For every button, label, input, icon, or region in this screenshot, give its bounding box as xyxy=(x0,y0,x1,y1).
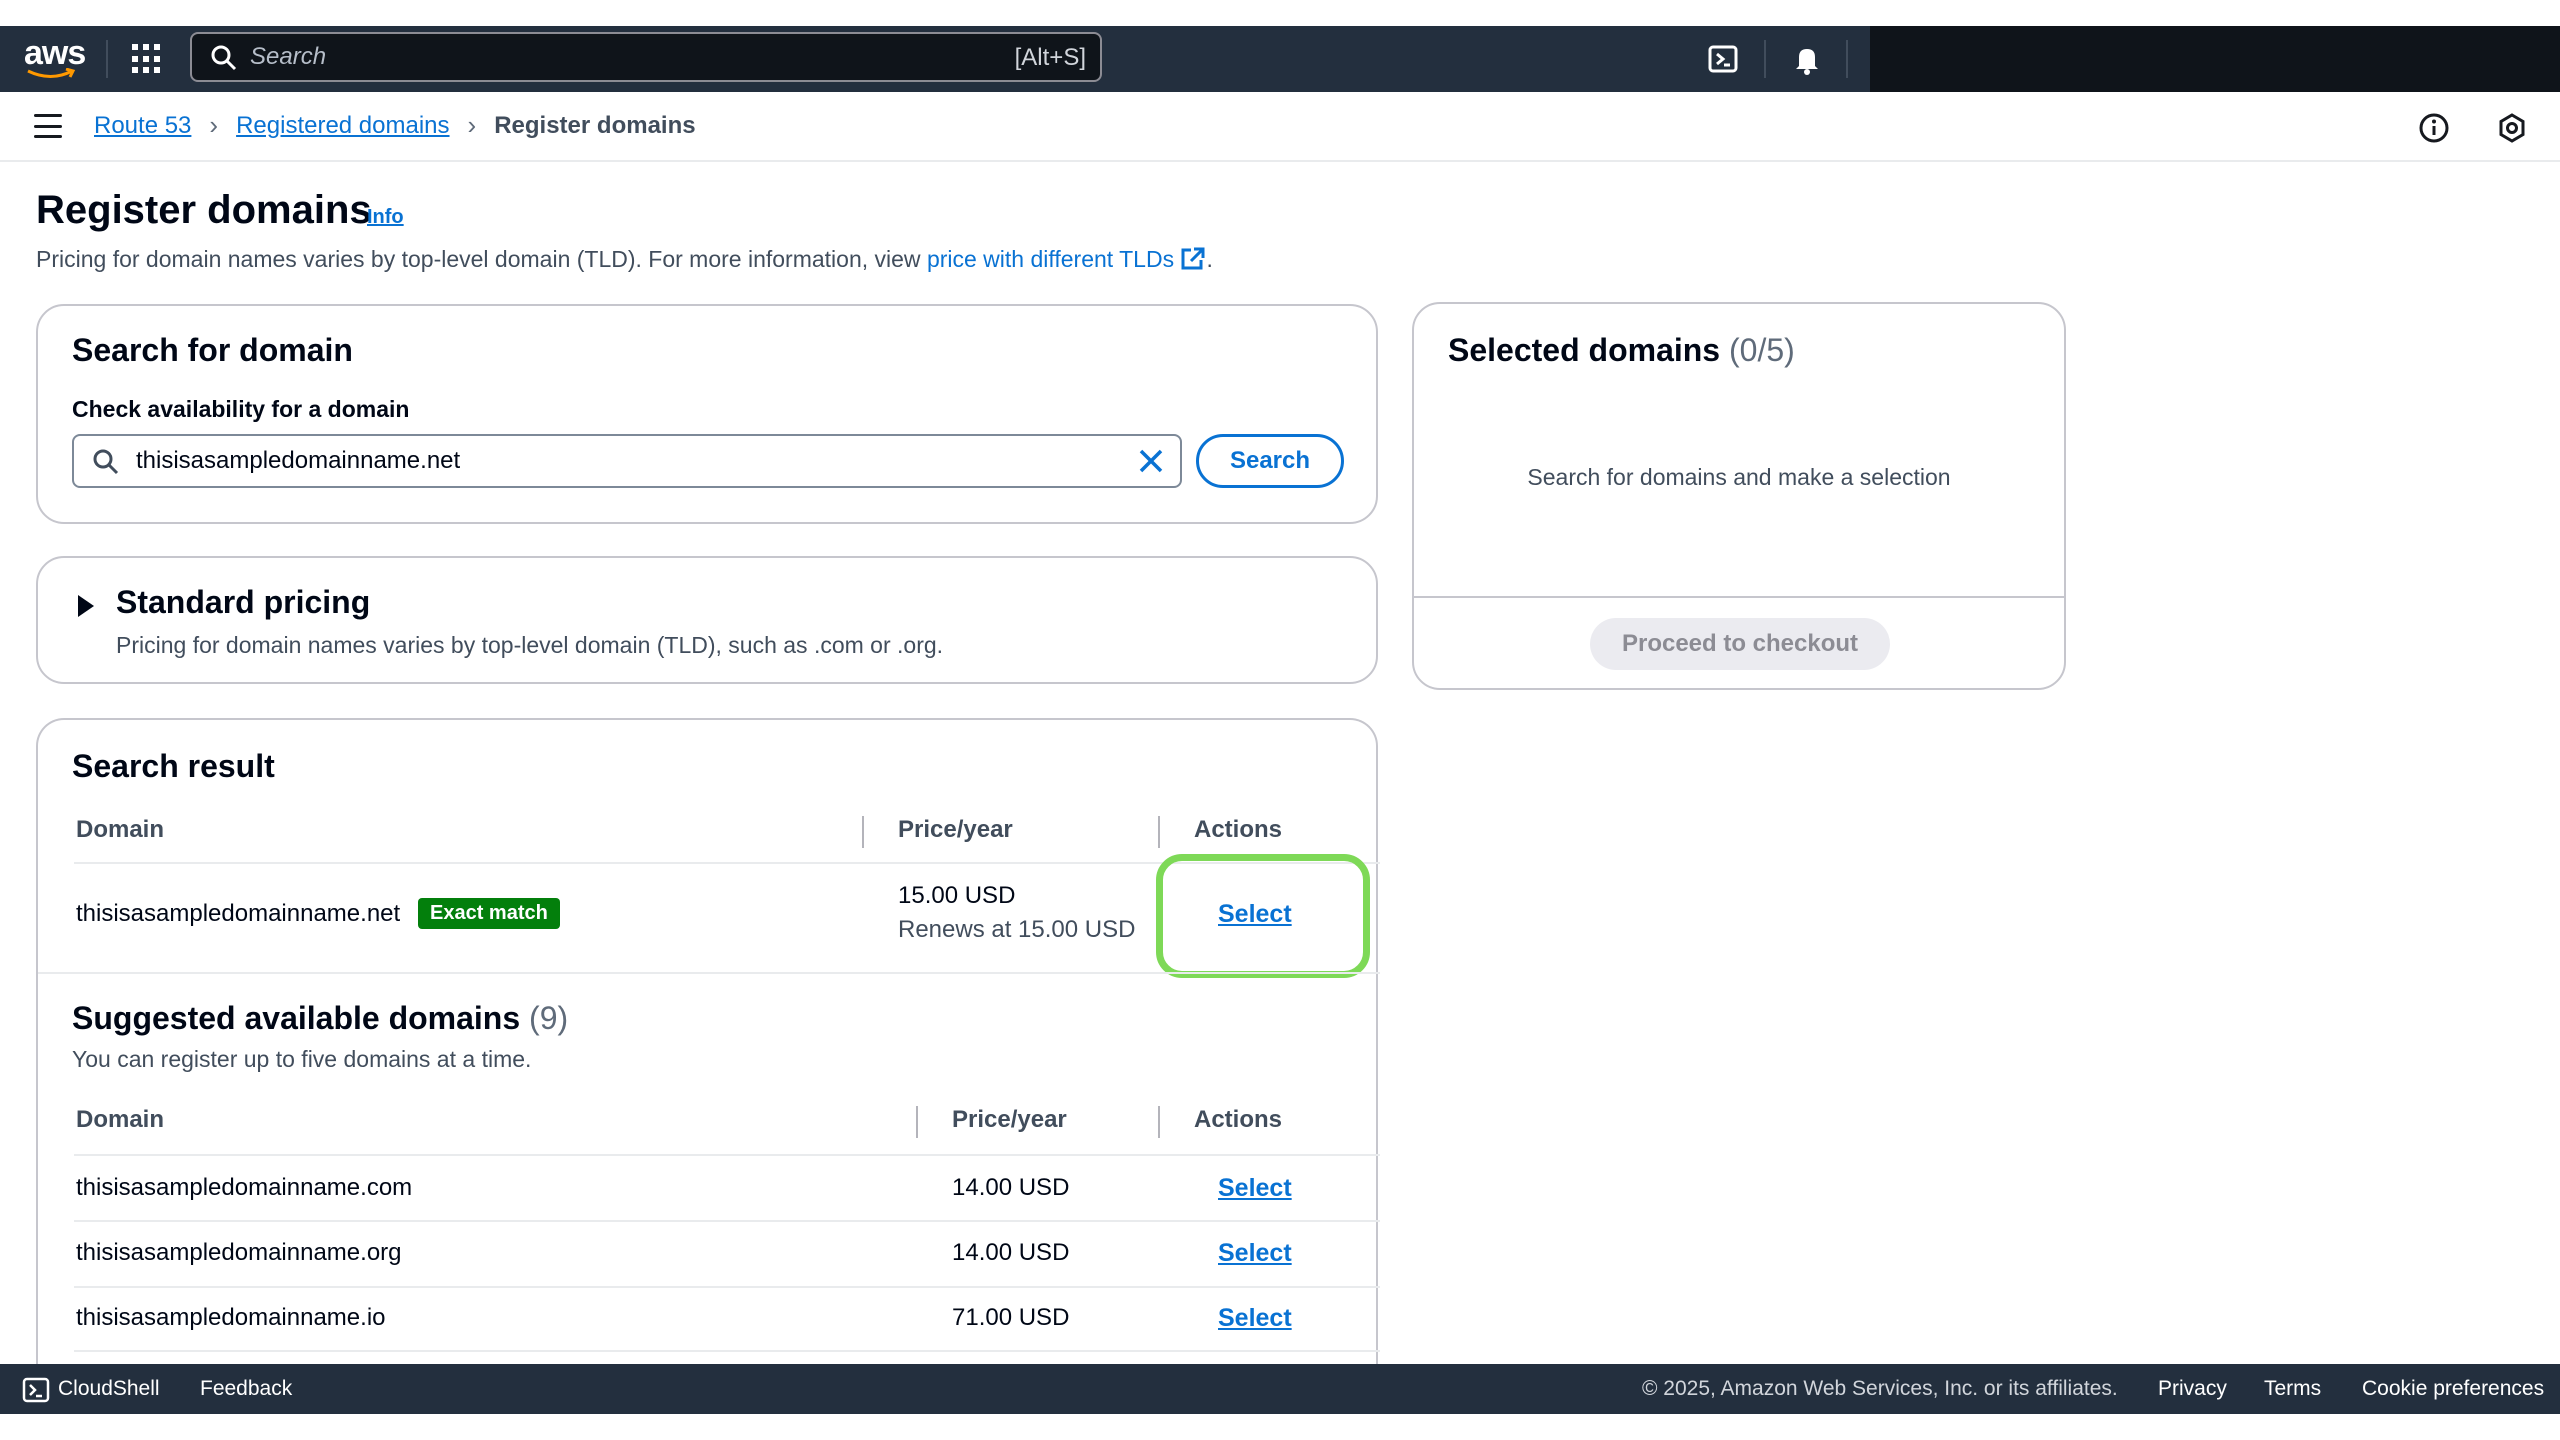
clear-icon[interactable] xyxy=(1136,446,1166,476)
breadcrumb-route53[interactable]: Route 53 xyxy=(94,112,191,140)
footer-privacy[interactable]: Privacy xyxy=(2158,1377,2227,1401)
search-shortcut: [Alt+S] xyxy=(1014,44,1086,71)
column-separator xyxy=(862,816,864,848)
column-domain: Domain xyxy=(76,816,165,843)
column-separator xyxy=(1158,1106,1160,1138)
proceed-to-checkout-button[interactable]: Proceed to checkout xyxy=(1590,618,1890,670)
menu-icon[interactable] xyxy=(34,114,62,138)
suggested-domain: thisisasampledomainname.com xyxy=(76,1174,413,1201)
page-description: Pricing for domain names varies by top-l… xyxy=(36,246,1213,272)
result-renew: Renews at 15.00 USD xyxy=(898,916,1136,943)
column-actions: Actions xyxy=(1194,1106,1283,1133)
row-divider xyxy=(74,1350,1380,1352)
section-divider xyxy=(38,972,1380,974)
search-field-label: Check availability for a domain xyxy=(72,396,410,422)
breadcrumb: Route 53 › Registered domains › Register… xyxy=(94,110,696,141)
price-tlds-link[interactable]: price with different TLDs xyxy=(927,246,1207,272)
external-link-icon xyxy=(1181,247,1205,270)
info-circle-icon[interactable] xyxy=(2418,112,2450,144)
top-navigation: aws [Alt+S] xyxy=(0,26,2560,92)
search-icon xyxy=(93,449,119,475)
suggested-price: 71.00 USD xyxy=(952,1304,1070,1331)
selected-count: (0/5) xyxy=(1728,332,1795,368)
select-link[interactable]: Select xyxy=(1218,1174,1292,1203)
row-divider xyxy=(74,1220,1380,1222)
suggested-title: Suggested available domains (9) xyxy=(72,1000,569,1036)
column-domain: Domain xyxy=(76,1106,165,1133)
footer-feedback[interactable]: Feedback xyxy=(200,1377,292,1401)
chevron-right-icon: › xyxy=(209,110,219,140)
suggested-domain: thisisasampledomainname.org xyxy=(76,1239,402,1266)
aws-smile-icon xyxy=(27,68,76,78)
breadcrumb-current: Register domains xyxy=(494,111,696,139)
search-domain-card: Search for domain Check availability for… xyxy=(36,304,1378,524)
suggested-domain: thisisasampledomainname.io xyxy=(76,1304,386,1331)
services-grid-icon[interactable] xyxy=(132,44,162,74)
selected-empty-state: Search for domains and make a selection xyxy=(1527,464,1951,490)
search-icon xyxy=(211,45,237,71)
search-button[interactable]: Search xyxy=(1196,434,1344,488)
suggested-price: 14.00 USD xyxy=(952,1239,1070,1266)
bottom-margin xyxy=(0,1414,2560,1440)
settings-icon[interactable] xyxy=(2496,112,2528,144)
standard-pricing-card: Standard pricing Pricing for domain name… xyxy=(36,556,1378,684)
domain-search-field[interactable] xyxy=(72,434,1182,488)
pricing-card-description: Pricing for domain names varies by top-l… xyxy=(116,632,944,658)
footer-cookie-preferences[interactable]: Cookie preferences xyxy=(2362,1377,2544,1401)
nav-right-area xyxy=(1870,26,2560,92)
select-link[interactable]: Select xyxy=(1218,1239,1292,1268)
caret-right-icon[interactable] xyxy=(78,595,94,617)
search-result-card: Search result Domain Price/year Actions … xyxy=(36,718,1380,1398)
aws-logo-text: aws xyxy=(24,34,86,72)
cloudshell-icon[interactable] xyxy=(22,1376,50,1404)
cloudshell-icon[interactable] xyxy=(1706,42,1740,76)
domain-search-input[interactable] xyxy=(136,447,1096,475)
column-price: Price/year xyxy=(898,816,1013,843)
breadcrumb-bar: Route 53 › Registered domains › Register… xyxy=(0,92,2560,162)
select-link[interactable]: Select xyxy=(1218,1304,1292,1333)
selected-domains-card: Selected domains (0/5) Search for domain… xyxy=(1412,302,2066,690)
breadcrumb-registered-domains[interactable]: Registered domains xyxy=(236,112,449,140)
nav-separator xyxy=(1764,40,1766,78)
selected-domains-title: Selected domains (0/5) xyxy=(1448,332,1795,368)
row-divider xyxy=(74,1286,1380,1288)
pricing-card-title[interactable]: Standard pricing xyxy=(116,584,370,621)
result-price: 15.00 USD xyxy=(898,882,1016,909)
nav-separator xyxy=(1846,40,1848,78)
search-result-title: Search result xyxy=(72,748,275,784)
global-search[interactable]: [Alt+S] xyxy=(190,32,1102,82)
column-separator xyxy=(1158,816,1160,848)
exact-match-badge: Exact match xyxy=(418,898,560,929)
aws-logo[interactable]: aws xyxy=(24,34,86,82)
column-price: Price/year xyxy=(952,1106,1067,1133)
footer-copyright: © 2025, Amazon Web Services, Inc. or its… xyxy=(1642,1377,2118,1400)
select-exact-match-link[interactable]: Select xyxy=(1218,900,1292,929)
suggested-count: (9) xyxy=(529,1000,569,1036)
info-link[interactable]: Info xyxy=(367,206,404,229)
search-card-title: Search for domain xyxy=(72,332,353,368)
global-search-input[interactable] xyxy=(250,43,950,71)
column-separator xyxy=(916,1106,918,1138)
footer: CloudShell Feedback © 2025, Amazon Web S… xyxy=(0,1364,2560,1414)
top-margin xyxy=(0,0,2560,26)
nav-separator xyxy=(106,40,108,78)
bell-icon[interactable] xyxy=(1790,42,1824,76)
footer-terms[interactable]: Terms xyxy=(2264,1377,2321,1401)
table-divider xyxy=(74,1154,1380,1156)
footer-cloudshell[interactable]: CloudShell xyxy=(58,1377,160,1401)
column-actions: Actions xyxy=(1194,816,1283,843)
suggested-price: 14.00 USD xyxy=(952,1174,1070,1201)
page-title: Register domains xyxy=(36,188,372,232)
chevron-right-icon: › xyxy=(467,110,477,140)
suggested-description: You can register up to five domains at a… xyxy=(72,1046,532,1072)
card-divider xyxy=(1414,596,2064,598)
result-domain: thisisasampledomainname.net xyxy=(76,900,401,927)
